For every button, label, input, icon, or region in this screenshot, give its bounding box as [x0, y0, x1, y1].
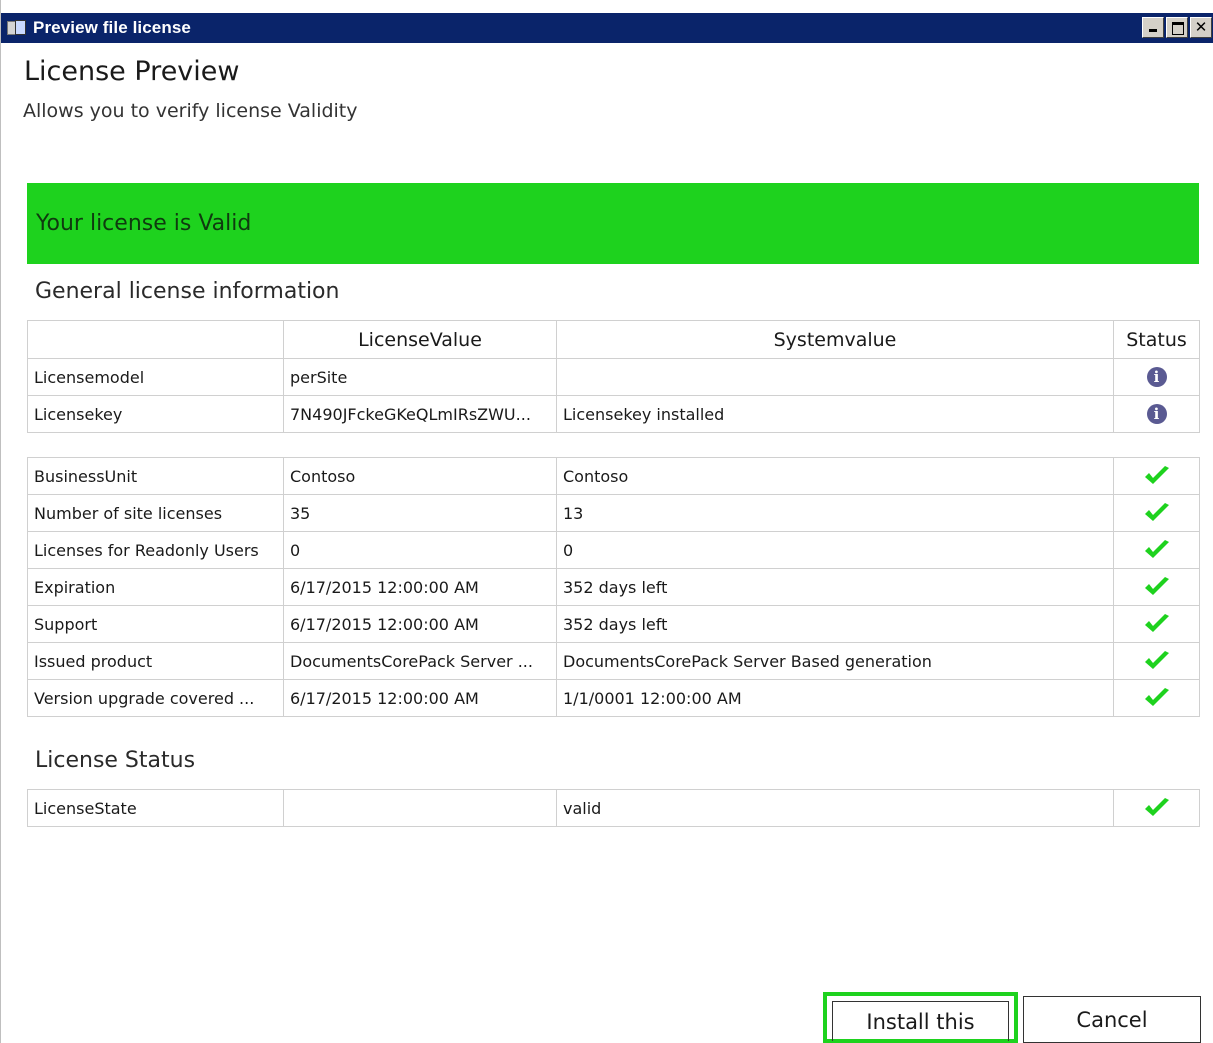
license-value-cell: 6/17/2015 12:00:00 AM	[283, 568, 557, 606]
general-info-table: LicenseValue Systemvalue Status Licensem…	[27, 320, 1200, 433]
system-value-cell	[556, 358, 1114, 396]
window-title: Preview file license	[33, 18, 191, 37]
check-icon	[1143, 797, 1171, 819]
cancel-button[interactable]: Cancel	[1023, 996, 1201, 1043]
install-button-label: Install this	[866, 1009, 975, 1034]
status-cell	[1113, 494, 1200, 532]
status-cell	[1113, 457, 1200, 495]
table-row: Support 6/17/2015 12:00:00 AM 352 days lef…	[27, 605, 1200, 643]
install-button[interactable]: Install this	[823, 992, 1018, 1043]
row-name-cell: Support	[27, 605, 284, 643]
license-preview-window: Preview file license ✕ License Preview A…	[0, 0, 1213, 1043]
status-cell	[1113, 605, 1200, 643]
license-value-cell: DocumentsCorePack Server ...	[283, 642, 557, 680]
license-value-cell: 6/17/2015 12:00:00 AM	[283, 605, 557, 643]
row-name-cell: Licensemodel	[27, 358, 284, 396]
page-subtitle: Allows you to verify license Validity	[23, 100, 358, 122]
status-cell	[1113, 642, 1200, 680]
status-cell: i	[1113, 358, 1200, 396]
check-icon	[1143, 465, 1171, 487]
banner-text: Your license is Valid	[36, 211, 252, 236]
app-icon	[7, 19, 27, 37]
system-value-cell: 13	[556, 494, 1114, 532]
title-bar[interactable]: Preview file license ✕	[1, 13, 1213, 43]
system-value-cell: DocumentsCorePack Server Based generatio…	[556, 642, 1114, 680]
license-status-table: LicenseState valid	[27, 789, 1200, 827]
cancel-button-label: Cancel	[1076, 1007, 1148, 1032]
license-value-cell: 35	[283, 494, 557, 532]
check-icon	[1143, 687, 1171, 709]
maximize-icon[interactable]	[1166, 17, 1188, 38]
column-header-system-value: Systemvalue	[556, 320, 1114, 359]
status-cell	[1113, 531, 1200, 569]
row-name-cell: Expiration	[27, 568, 284, 606]
status-cell	[1113, 789, 1200, 827]
check-icon	[1143, 502, 1171, 524]
table-row: Version upgrade covered ... 6/17/2015 12:…	[27, 679, 1200, 717]
table-row: Expiration 6/17/2015 12:00:00 AM 352 days …	[27, 568, 1200, 606]
top-strip	[1, 0, 1213, 13]
page-title: License Preview	[24, 56, 240, 87]
license-valid-banner: Your license is Valid	[27, 183, 1199, 264]
row-name-cell: Licensekey	[27, 395, 284, 433]
status-cell	[1113, 568, 1200, 606]
system-value-cell: valid	[556, 789, 1114, 827]
info-icon: i	[1146, 404, 1167, 425]
table-header-row: LicenseValue Systemvalue Status	[27, 320, 1200, 359]
system-value-cell: Contoso	[556, 457, 1114, 495]
window-controls: ✕	[1142, 17, 1212, 38]
license-value-cell: 0	[283, 531, 557, 569]
close-icon[interactable]: ✕	[1190, 17, 1212, 38]
column-header-name	[27, 320, 284, 359]
check-icon	[1143, 650, 1171, 672]
minimize-icon[interactable]	[1142, 17, 1164, 38]
license-value-cell: 6/17/2015 12:00:00 AM	[283, 679, 557, 717]
check-icon	[1143, 613, 1171, 635]
table-row: Issued product DocumentsCorePack Server .…	[27, 642, 1200, 680]
row-name-cell: BusinessUnit	[27, 457, 284, 495]
status-cell: i	[1113, 395, 1200, 433]
table-row: Licenses for Readonly Users 0 0	[27, 531, 1200, 569]
license-value-cell	[283, 789, 557, 827]
license-value-cell: Contoso	[283, 457, 557, 495]
table-row: BusinessUnit Contoso Contoso	[27, 457, 1200, 495]
info-icon: i	[1146, 367, 1167, 388]
system-value-cell: 0	[556, 531, 1114, 569]
row-name-cell: Version upgrade covered ...	[27, 679, 284, 717]
table-row: Number of site licenses 35 13	[27, 494, 1200, 532]
license-checks-table: BusinessUnit Contoso Contoso Number of site…	[27, 457, 1200, 717]
general-info-title: General license information	[35, 279, 340, 304]
row-name-cell: Issued product	[27, 642, 284, 680]
license-status-title: License Status	[35, 748, 196, 773]
check-icon	[1143, 539, 1171, 561]
system-value-cell: 1/1/0001 12:00:00 AM	[556, 679, 1114, 717]
system-value-cell: 352 days left	[556, 568, 1114, 606]
column-header-license-value: LicenseValue	[283, 320, 557, 359]
license-value-cell: perSite	[283, 358, 557, 396]
table-row: LicenseState valid	[27, 789, 1200, 827]
system-value-cell: Licensekey installed	[556, 395, 1114, 433]
column-header-status: Status	[1113, 320, 1200, 359]
status-cell	[1113, 679, 1200, 717]
table-row: Licensekey 7N490JFckeGKeQLmIRsZWU... Licen…	[27, 395, 1200, 433]
system-value-cell: 352 days left	[556, 605, 1114, 643]
row-name-cell: Licenses for Readonly Users	[27, 531, 284, 569]
table-row: Licensemodel perSite i	[27, 358, 1200, 396]
check-icon	[1143, 576, 1171, 598]
row-name-cell: LicenseState	[27, 789, 284, 827]
license-value-cell: 7N490JFckeGKeQLmIRsZWU...	[283, 395, 557, 433]
row-name-cell: Number of site licenses	[27, 494, 284, 532]
